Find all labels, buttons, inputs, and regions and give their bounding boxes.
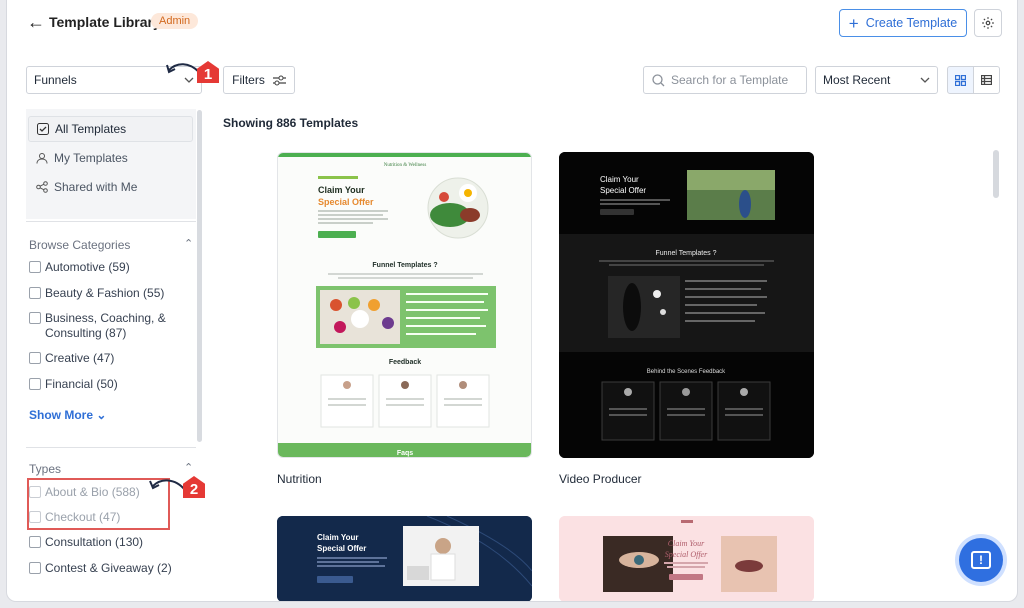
preview-headline-2: Special Offer: [317, 544, 366, 553]
preview-headline-1: Claim Your: [317, 533, 359, 542]
sort-select[interactable]: Most Recent: [815, 66, 938, 94]
show-more-label: Show More: [29, 408, 94, 422]
checkbox[interactable]: [29, 536, 41, 548]
search-input[interactable]: Search for a Template: [643, 66, 807, 94]
callout-arrow: [149, 479, 186, 491]
preview-section-1: Funnel Templates ?: [372, 262, 437, 269]
sidebar-item-label: Shared with Me: [54, 180, 138, 194]
preview-headline-2: Special Offer: [600, 186, 646, 195]
template-preview: Nutrition & Wellness Claim Your Special …: [278, 153, 531, 457]
checkbox[interactable]: [29, 287, 41, 299]
preview-headline-2: Special Offer: [665, 550, 708, 559]
template-preview: Claim Your Special Offer: [277, 516, 532, 601]
filters-label: Filters: [232, 73, 265, 87]
chevron-up-icon[interactable]: ⌃: [184, 461, 193, 474]
main-scrollbar[interactable]: [993, 150, 999, 198]
checkbox[interactable]: [29, 312, 41, 324]
gear-icon: [982, 17, 994, 29]
preview-section-2: Behind the Scenes Feedback: [647, 369, 726, 375]
category-label: Financial (50): [45, 377, 118, 391]
template-count: Showing 886 Templates: [223, 116, 359, 130]
sidebar-item-label: All Templates: [55, 122, 127, 136]
type-consultation[interactable]: Consultation (130): [29, 535, 189, 550]
divider: [26, 447, 196, 448]
arrow-left-icon[interactable]: ←: [27, 12, 45, 33]
category-creative[interactable]: Creative (47): [29, 351, 189, 366]
create-template-button[interactable]: + Create Template: [839, 9, 967, 37]
category-label: Automotive (59): [45, 260, 130, 274]
help-chat-icon: !: [971, 551, 991, 569]
user-icon: [36, 153, 48, 164]
type-select-value: Funnels: [34, 73, 77, 87]
template-card-3[interactable]: Claim Your Special Offer: [277, 516, 532, 601]
share-icon: [36, 181, 48, 193]
search-icon: [652, 73, 665, 86]
preview-footer: Faqs: [397, 450, 413, 457]
browse-categories-title: Browse Categories: [29, 238, 131, 252]
settings-button[interactable]: [974, 9, 1002, 37]
preview-headline-1: Claim Your: [318, 185, 365, 195]
template-card-nutrition[interactable]: Nutrition & Wellness Claim Your Special …: [277, 152, 532, 458]
sidebar-item-all-templates[interactable]: All Templates: [28, 116, 193, 142]
preview-brand: Nutrition & Wellness: [384, 163, 427, 168]
create-template-label: Create Template: [865, 16, 958, 30]
show-more-link[interactable]: Show More ⌄: [29, 408, 106, 422]
preview-section-2: Feedback: [389, 359, 421, 366]
category-beauty-fashion[interactable]: Beauty & Fashion (55): [29, 286, 189, 301]
checkbox[interactable]: [29, 352, 41, 364]
preview-headline-2: Special Offer: [318, 197, 374, 207]
sidebar-item-shared[interactable]: Shared with Me: [28, 174, 193, 200]
types-title: Types: [29, 462, 62, 476]
page-title: Template Library: [49, 14, 161, 30]
search-placeholder: Search for a Template: [671, 73, 789, 87]
plus-icon: +: [848, 13, 859, 33]
list-view-button[interactable]: [973, 66, 1000, 94]
category-automotive[interactable]: Automotive (59): [29, 260, 189, 275]
chevron-down-icon: [920, 77, 930, 83]
category-business[interactable]: Business, Coaching, & Consulting (87): [29, 311, 189, 341]
sort-value: Most Recent: [823, 73, 891, 87]
sidebar-item-my-templates[interactable]: My Templates: [28, 145, 193, 171]
filters-button[interactable]: Filters: [223, 66, 295, 94]
grid-view-button[interactable]: [947, 66, 974, 94]
template-card-4[interactable]: Claim Your Special Offer: [559, 516, 814, 601]
preview-headline-1: Claim Your: [668, 539, 705, 548]
checkbox-square-icon: [37, 123, 49, 135]
admin-badge: Admin: [151, 13, 199, 29]
callout-arrow: [166, 63, 200, 74]
type-contest[interactable]: Contest & Giveaway (2): [29, 561, 189, 576]
grid-view-icon: [955, 74, 966, 86]
sliders-icon: [272, 75, 286, 85]
template-card-label: Video Producer: [559, 472, 642, 486]
sidebar-scrollbar[interactable]: [197, 110, 202, 442]
template-card-label: Nutrition: [277, 472, 322, 486]
preview-section-1: Funnel Templates ?: [656, 250, 717, 257]
chevron-up-icon[interactable]: ⌃: [184, 237, 193, 250]
type-label: Consultation (130): [45, 535, 144, 549]
checkbox[interactable]: [29, 378, 41, 390]
chevron-down-icon: [184, 77, 194, 83]
help-chat-button[interactable]: !: [959, 538, 1003, 582]
checkbox[interactable]: [29, 261, 41, 273]
template-preview: Claim Your Special Offer Funnel Template…: [559, 152, 814, 458]
preview-headline-1: Claim Your: [600, 175, 639, 184]
category-financial[interactable]: Financial (50): [29, 377, 189, 392]
category-label: Creative (47): [45, 351, 115, 365]
divider: [26, 221, 196, 222]
list-view-icon: [981, 75, 992, 85]
checkbox[interactable]: [29, 562, 41, 574]
app-window: ← Template Library Admin + Create Templa…: [6, 0, 1018, 602]
template-card-video-producer[interactable]: Claim Your Special Offer Funnel Template…: [559, 152, 814, 458]
category-label: Beauty & Fashion (55): [45, 286, 165, 300]
category-label: Business, Coaching, & Consulting (87): [45, 311, 166, 340]
type-label: Contest & Giveaway (2): [45, 561, 172, 575]
template-preview: Claim Your Special Offer: [559, 516, 814, 601]
sidebar: All Templates My Templates Shared with M…: [26, 109, 202, 601]
sidebar-item-label: My Templates: [54, 151, 128, 165]
